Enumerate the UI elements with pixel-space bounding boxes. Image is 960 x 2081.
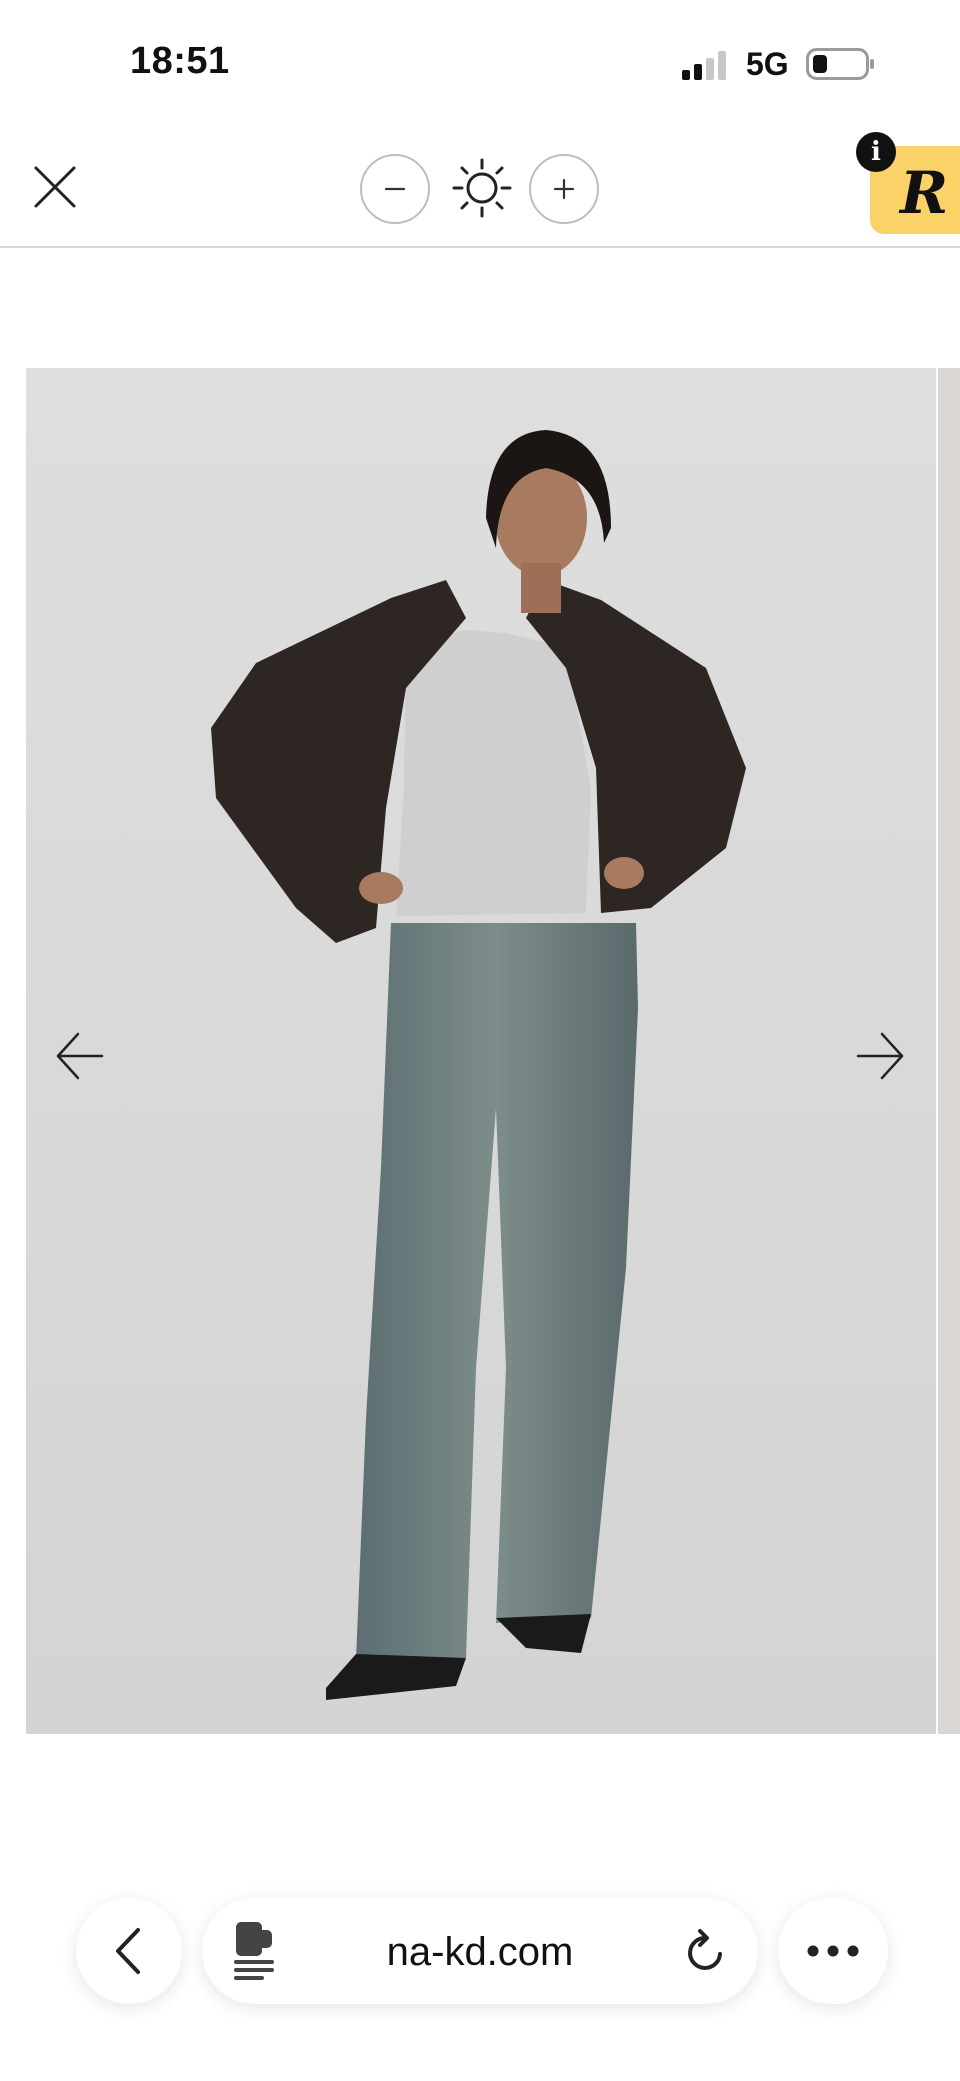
zoom-out-button[interactable] xyxy=(360,154,430,224)
close-icon[interactable] xyxy=(28,160,82,214)
network-label: 5G xyxy=(746,46,789,82)
reload-icon[interactable] xyxy=(682,1928,730,1976)
url-text[interactable]: na-kd.com xyxy=(202,1930,758,1975)
brightness-icon[interactable] xyxy=(450,156,514,220)
status-bar: 18:51 5G xyxy=(0,0,960,130)
arrow-right-icon[interactable] xyxy=(850,1026,910,1086)
info-icon[interactable]: i xyxy=(856,132,896,172)
address-bar[interactable]: na-kd.com xyxy=(202,1898,758,2004)
clock: 18:51 xyxy=(130,40,230,82)
more-icon xyxy=(807,1945,859,1957)
viewer-toolbar: R i xyxy=(0,130,960,248)
next-image-peek[interactable] xyxy=(938,368,960,1734)
battery-icon xyxy=(806,48,874,80)
logo-letter: R xyxy=(900,159,949,227)
back-chevron-icon xyxy=(116,1928,140,1974)
back-button[interactable] xyxy=(76,1898,182,2004)
zoom-in-button[interactable] xyxy=(529,154,599,224)
plus-icon xyxy=(553,178,575,200)
app-logo-button[interactable]: R i xyxy=(856,132,960,236)
minus-icon xyxy=(384,187,406,191)
product-image-viewer[interactable] xyxy=(26,368,936,1734)
more-options-button[interactable] xyxy=(778,1898,888,2004)
product-photo xyxy=(26,368,936,1734)
arrow-left-icon[interactable] xyxy=(50,1026,110,1086)
signal-icon xyxy=(682,51,726,80)
